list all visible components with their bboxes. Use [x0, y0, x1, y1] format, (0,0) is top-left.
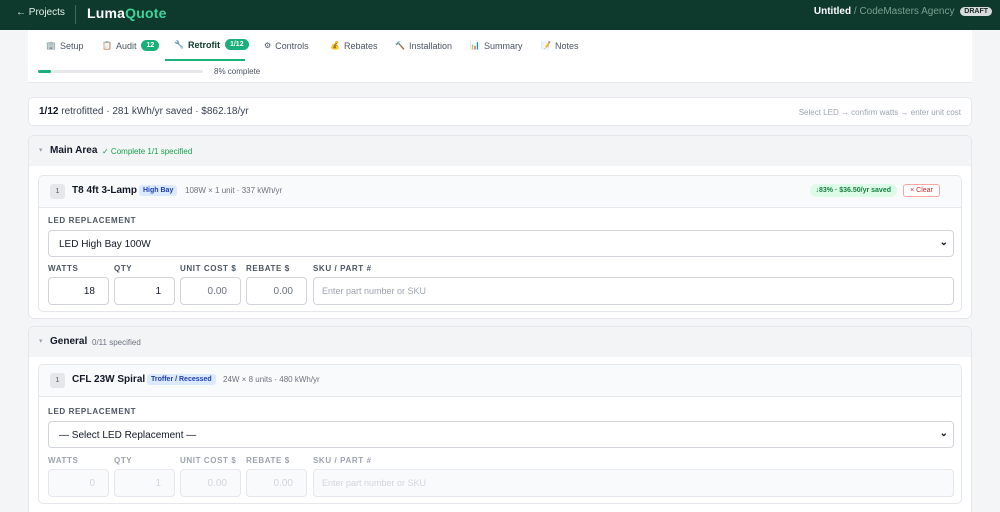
- tab-controls[interactable]: ⚙ Controls: [264, 30, 309, 61]
- agency-name: CodeMasters Agency: [859, 6, 955, 17]
- project-name[interactable]: Untitled: [814, 6, 851, 17]
- led-replacement-label: LED REPLACEMENT: [48, 216, 137, 225]
- app-logo: LumaQuote: [87, 5, 167, 21]
- fixture-number: 1: [50, 184, 65, 199]
- sku-label: SKU / PART #: [313, 264, 372, 273]
- retrofit-summary: 1/12 retrofitted · 281 kWh/yr saved · $8…: [28, 97, 972, 126]
- top-bar: ← Projects LumaQuote Untitled / CodeMast…: [0, 0, 1000, 30]
- notes-icon: 📝: [541, 41, 551, 50]
- rebate-input[interactable]: [246, 469, 307, 497]
- progress-label: 8% complete: [214, 67, 261, 76]
- sku-input[interactable]: [313, 469, 954, 497]
- money-bag-icon: 💰: [330, 41, 340, 50]
- clear-button[interactable]: × Clear: [903, 184, 940, 197]
- fixture-type-badge: Troffer / Recessed: [147, 374, 216, 385]
- savings-badge: ↓83% · $36.50/yr saved: [809, 184, 897, 197]
- fixture-spec: 24W × 8 units · 480 kWh/yr: [223, 375, 320, 384]
- sku-input[interactable]: [313, 277, 954, 305]
- tab-navigation: 🏢 Setup 📋 Audit 12 🔧 Retrofit 1/12 ⚙ Con…: [28, 30, 972, 83]
- hammer-icon: 🔨: [395, 41, 405, 50]
- led-replacement-value: LED High Bay 100W: [59, 239, 151, 250]
- sku-label: SKU / PART #: [313, 456, 372, 465]
- fixture-spec: 108W × 1 unit · 337 kWh/yr: [185, 186, 283, 195]
- qty-label: QTY: [114, 264, 133, 273]
- tab-rebates[interactable]: 💰 Rebates: [330, 30, 378, 61]
- unit-cost-input[interactable]: [180, 277, 241, 305]
- area-title: Main Area: [50, 145, 98, 156]
- clipboard-icon: 📋: [102, 41, 112, 50]
- status-badge: DRAFT: [960, 7, 992, 16]
- area-status: ✓ Complete 1/1 specified: [102, 147, 193, 156]
- area-card-main-area: ▾ Main Area ✓ Complete 1/1 specified 1 T…: [28, 135, 972, 319]
- qty-label: QTY: [114, 456, 133, 465]
- unit-cost-input[interactable]: [180, 469, 241, 497]
- tab-audit[interactable]: 📋 Audit 12: [102, 30, 160, 61]
- tab-summary[interactable]: 📊 Summary: [470, 30, 522, 61]
- area-card-general: ▾ General 0/11 specified 1 CFL 23W Spira…: [28, 326, 972, 512]
- bar-chart-icon: 📊: [470, 41, 480, 50]
- fixture-header: 1 CFL 23W Spiral Troffer / Recessed 24W …: [39, 365, 961, 397]
- watts-label: WATTS: [48, 264, 79, 273]
- led-replacement-label: LED REPLACEMENT: [48, 407, 137, 416]
- watts-input[interactable]: [48, 277, 109, 305]
- fixture-type-badge: High Bay: [139, 185, 178, 196]
- led-replacement-select[interactable]: — Select LED Replacement — ⌄: [48, 421, 954, 448]
- collapse-chevron-icon[interactable]: ▾: [39, 146, 43, 154]
- area-header[interactable]: ▾ Main Area ✓ Complete 1/1 specified: [29, 136, 971, 166]
- fixture-header: 1 T8 4ft 3-Lamp High Bay 108W × 1 unit ·…: [39, 176, 961, 208]
- area-header[interactable]: ▾ General 0/11 specified: [29, 327, 971, 357]
- qty-input[interactable]: [114, 469, 175, 497]
- unit-cost-label: UNIT COST $: [180, 456, 237, 465]
- gear-icon: ⚙: [264, 41, 272, 50]
- project-title: Untitled / CodeMasters Agency DRAFT: [814, 6, 992, 17]
- qty-input[interactable]: [114, 277, 175, 305]
- rebate-input[interactable]: [246, 277, 307, 305]
- collapse-chevron-icon[interactable]: ▾: [39, 337, 43, 345]
- progress-bar-fill: [38, 70, 52, 73]
- chevron-down-icon: ⌄: [939, 428, 948, 439]
- wrench-icon: 🔧: [174, 40, 184, 49]
- chevron-down-icon: ⌄: [939, 237, 948, 248]
- fixture-title: CFL 23W Spiral: [72, 374, 146, 385]
- area-title: General: [50, 336, 88, 347]
- fixture-number: 1: [50, 373, 65, 388]
- audit-count-badge: 12: [141, 40, 160, 51]
- fixture-title: T8 4ft 3-Lamp: [72, 185, 138, 196]
- building-icon: 🏢: [46, 41, 56, 50]
- led-replacement-value: — Select LED Replacement —: [59, 430, 197, 441]
- rebate-label: REBATE $: [246, 264, 290, 273]
- led-replacement-select[interactable]: LED High Bay 100W ⌄: [48, 230, 954, 257]
- topbar-divider: [75, 5, 76, 24]
- fixture-card: 1 CFL 23W Spiral Troffer / Recessed 24W …: [38, 364, 962, 504]
- tab-notes[interactable]: 📝 Notes: [541, 30, 578, 61]
- summary-stats: 1/12 retrofitted · 281 kWh/yr saved · $8…: [39, 106, 249, 117]
- progress-bar: [38, 70, 203, 73]
- watts-input[interactable]: [48, 469, 109, 497]
- tab-retrofit[interactable]: 🔧 Retrofit 1/12: [165, 30, 249, 61]
- fixture-card: 1 T8 4ft 3-Lamp High Bay 108W × 1 unit ·…: [38, 175, 962, 312]
- rebate-label: REBATE $: [246, 456, 290, 465]
- tab-setup[interactable]: 🏢 Setup: [46, 30, 84, 61]
- back-to-projects-link[interactable]: ← Projects: [16, 7, 65, 18]
- retrofit-progress-badge: 1/12: [224, 39, 249, 50]
- workflow-hint: Select LED → confirm watts → enter unit …: [798, 108, 961, 117]
- watts-label: WATTS: [48, 456, 79, 465]
- tab-installation[interactable]: 🔨 Installation: [395, 30, 452, 61]
- area-status: 0/11 specified: [92, 338, 141, 347]
- unit-cost-label: UNIT COST $: [180, 264, 237, 273]
